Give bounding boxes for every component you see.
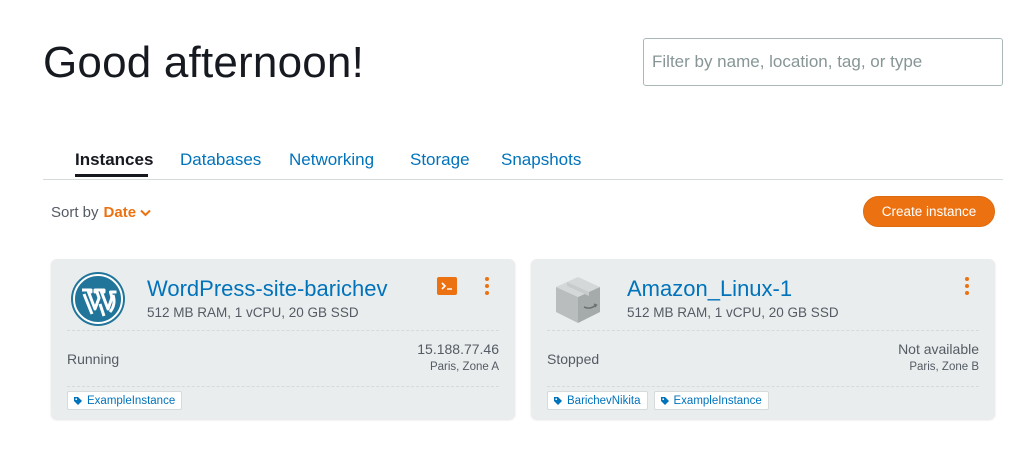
tab-snapshots[interactable]: Snapshots <box>501 150 581 170</box>
tag-label: ExampleInstance <box>673 394 762 407</box>
tag-chip[interactable]: ExampleInstance <box>67 391 183 410</box>
sort-value: Date <box>103 204 137 221</box>
tag-list: ExampleInstance <box>67 391 183 410</box>
sort-dropdown[interactable]: Date <box>104 204 152 221</box>
amazon-linux-box-icon <box>550 271 606 327</box>
instance-specs: 512 MB RAM, 1 vCPU, 20 GB SSD <box>627 305 839 320</box>
tag-chip[interactable]: ExampleInstance <box>653 391 769 410</box>
tag-list: BarichevNikita ExampleInstance <box>547 391 769 410</box>
divider <box>547 386 979 387</box>
tag-label: BarichevNikita <box>567 394 641 407</box>
tab-storage[interactable]: Storage <box>410 150 470 170</box>
instance-status: Running <box>67 351 120 367</box>
instance-name-link[interactable]: Amazon_Linux-1 <box>627 276 792 302</box>
tab-bar: Instances Databases Networking Storage S… <box>43 140 1003 180</box>
filter-box[interactable] <box>643 38 1003 86</box>
instance-zone: Paris, Zone A <box>429 361 499 373</box>
instance-card: WordPress-site-barichev 512 MB RAM, 1 vC… <box>51 259 515 419</box>
instance-ip: 15.188.77.46 <box>417 341 499 357</box>
divider <box>67 330 499 331</box>
divider <box>547 330 979 331</box>
filter-input[interactable] <box>652 52 1002 72</box>
tag-icon <box>74 396 82 405</box>
tag-chip[interactable]: BarichevNikita <box>547 391 648 410</box>
more-options-icon[interactable] <box>482 277 492 297</box>
divider <box>67 386 499 387</box>
active-tab-indicator <box>75 174 148 177</box>
instance-card: Amazon_Linux-1 512 MB RAM, 1 vCPU, 20 GB… <box>531 259 995 419</box>
tab-databases[interactable]: Databases <box>180 150 261 170</box>
terminal-icon <box>441 282 452 290</box>
create-instance-button[interactable]: Create instance <box>863 196 995 227</box>
wordpress-icon <box>70 271 126 327</box>
instance-name-link[interactable]: WordPress-site-barichev <box>147 276 387 302</box>
instance-zone: Paris, Zone B <box>909 361 979 373</box>
sort-label: Sort by <box>51 204 99 221</box>
more-options-icon[interactable] <box>962 277 972 297</box>
tab-networking[interactable]: Networking <box>289 150 374 170</box>
tag-label: ExampleInstance <box>87 394 176 407</box>
page-title: Good afternoon! <box>43 38 365 87</box>
instance-status: Stopped <box>547 351 600 367</box>
tag-icon <box>554 396 562 405</box>
sort-control: Sort by Date <box>51 204 151 221</box>
instance-specs: 512 MB RAM, 1 vCPU, 20 GB SSD <box>147 305 359 320</box>
chevron-down-icon <box>140 209 151 216</box>
tab-instances[interactable]: Instances <box>75 150 153 170</box>
connect-terminal-button[interactable] <box>437 277 457 295</box>
instance-ip: Not available <box>898 341 979 357</box>
tag-icon <box>660 396 669 405</box>
